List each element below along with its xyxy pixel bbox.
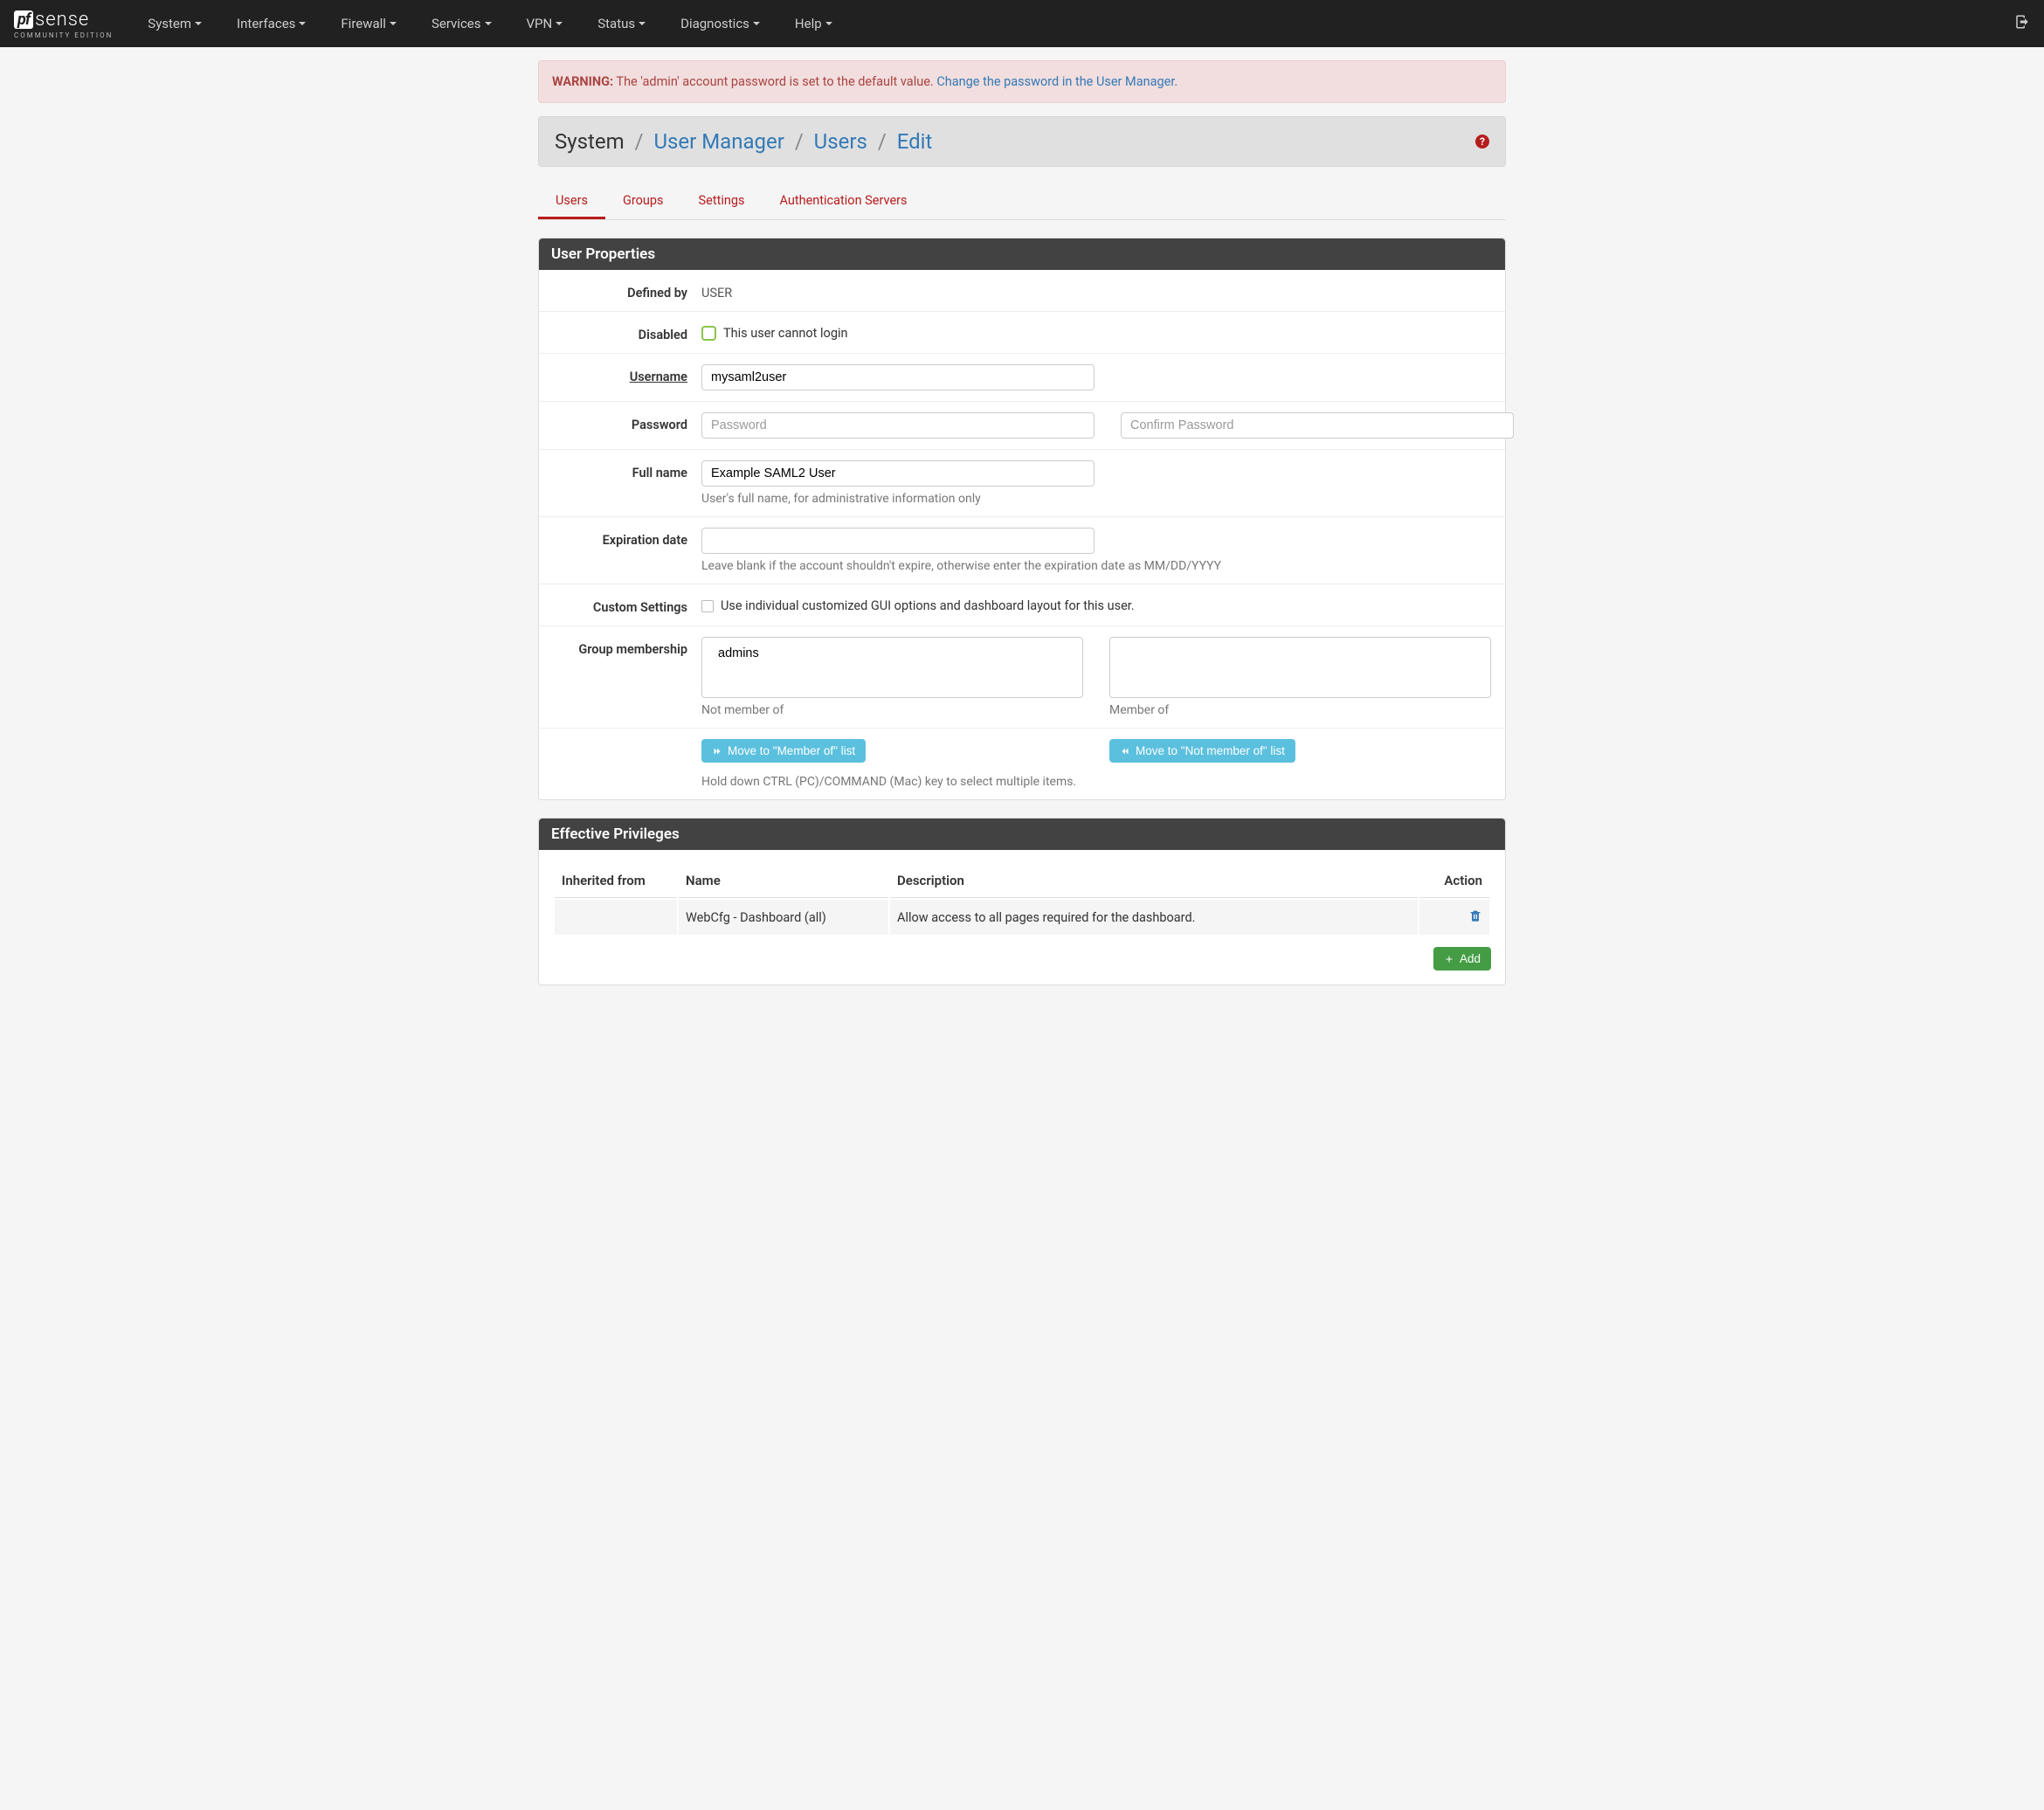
chevron-down-icon — [753, 22, 760, 25]
member-of-label: Member of — [1109, 703, 1491, 717]
password-label: Password — [553, 412, 701, 432]
add-privilege-button[interactable]: Add — [1433, 947, 1491, 971]
chevron-down-icon — [195, 22, 202, 25]
disabled-text: This user cannot login — [723, 326, 848, 341]
chevron-down-icon — [825, 22, 832, 25]
table-row: WebCfg - Dashboard (all) Allow access to… — [555, 900, 1489, 935]
logout-icon — [2014, 14, 2030, 30]
chevron-down-icon — [485, 22, 492, 25]
breadcrumb: System / User Manager / Users / Edit ? — [538, 116, 1506, 167]
move-to-not-member-button[interactable]: Move to "Not member of" list — [1109, 739, 1295, 763]
effective-privileges-panel: Effective Privileges Inherited from Name… — [538, 818, 1506, 985]
nav-vpn[interactable]: VPN — [527, 16, 563, 31]
chevron-down-icon — [299, 22, 306, 25]
confirm-password-input[interactable] — [1121, 412, 1514, 439]
disabled-checkbox[interactable] — [701, 326, 716, 341]
navbar: pf sense COMMUNITY EDITION System Interf… — [0, 0, 2044, 47]
username-input[interactable] — [701, 364, 1095, 390]
member-of-select[interactable] — [1109, 637, 1491, 698]
brand[interactable]: pf sense COMMUNITY EDITION — [14, 9, 113, 39]
brand-pf: pf — [14, 10, 33, 29]
chevron-double-right-icon — [712, 746, 722, 756]
password-input[interactable] — [701, 412, 1095, 439]
nav-help[interactable]: Help — [795, 16, 832, 31]
breadcrumb-root: System — [555, 129, 625, 154]
chevron-down-icon — [556, 22, 563, 25]
chevron-down-icon — [639, 22, 646, 25]
warning-text: The 'admin' account password is set to t… — [616, 74, 933, 89]
expiration-input[interactable] — [701, 528, 1095, 554]
warning-label: WARNING: — [552, 74, 613, 89]
expiration-label: Expiration date — [553, 528, 701, 548]
brand-subtitle: COMMUNITY EDITION — [14, 31, 113, 39]
custom-settings-text: Use individual customized GUI options an… — [721, 598, 1135, 613]
tab-auth-servers[interactable]: Authentication Servers — [762, 184, 924, 219]
breadcrumb-users[interactable]: Users — [814, 129, 867, 154]
nav-system[interactable]: System — [148, 16, 202, 31]
move-to-member-button[interactable]: Move to "Member of" list — [701, 739, 866, 763]
breadcrumb-user-manager[interactable]: User Manager — [653, 129, 784, 154]
defined-by-value: USER — [701, 280, 732, 301]
username-label: Username — [553, 364, 701, 384]
tabs: Users Groups Settings Authentication Ser… — [538, 184, 1506, 220]
col-inherited: Inherited from — [555, 864, 677, 898]
chevron-down-icon — [390, 22, 397, 25]
fullname-input[interactable] — [701, 460, 1095, 487]
col-name: Name — [679, 864, 888, 898]
nav-services[interactable]: Services — [432, 16, 492, 31]
panel-heading: User Properties — [539, 238, 1505, 270]
expiration-help: Leave blank if the account shouldn't exp… — [701, 559, 1491, 573]
help-icon[interactable]: ? — [1475, 135, 1489, 149]
cell-name: WebCfg - Dashboard (all) — [679, 900, 888, 935]
fullname-help: User's full name, for administrative inf… — [701, 492, 1491, 506]
logout-button[interactable] — [2014, 14, 2030, 33]
nav-interfaces[interactable]: Interfaces — [237, 16, 306, 31]
nav-items: System Interfaces Firewall Services VPN … — [130, 16, 2014, 31]
not-member-of-label: Not member of — [701, 703, 1083, 717]
group-membership-label: Group membership — [553, 637, 701, 657]
group-help: Hold down CTRL (PC)/COMMAND (Mac) key to… — [701, 775, 1491, 789]
col-action: Action — [1419, 864, 1489, 898]
cell-inherited — [555, 900, 677, 935]
cell-description: Allow access to all pages required for t… — [890, 900, 1418, 935]
nav-diagnostics[interactable]: Diagnostics — [680, 16, 760, 31]
defined-by-label: Defined by — [553, 280, 701, 301]
nav-status[interactable]: Status — [597, 16, 646, 31]
user-properties-panel: User Properties Defined by USER Disabled… — [538, 238, 1506, 800]
panel-heading: Effective Privileges — [539, 819, 1505, 850]
brand-sense: sense — [35, 9, 89, 31]
disabled-label: Disabled — [553, 322, 701, 342]
breadcrumb-edit[interactable]: Edit — [897, 129, 933, 154]
nav-firewall[interactable]: Firewall — [341, 16, 397, 31]
tab-users[interactable]: Users — [538, 184, 605, 219]
delete-privilege-button[interactable] — [1468, 911, 1482, 926]
trash-icon — [1468, 908, 1482, 922]
warning-link[interactable]: Change the password in the User Manager. — [936, 74, 1177, 89]
tab-settings[interactable]: Settings — [681, 184, 763, 219]
chevron-double-left-icon — [1120, 746, 1130, 756]
warning-alert: WARNING: The 'admin' account password is… — [538, 60, 1506, 103]
custom-settings-label: Custom Settings — [553, 595, 701, 615]
custom-settings-checkbox[interactable] — [701, 600, 714, 612]
fullname-label: Full name — [553, 460, 701, 480]
col-description: Description — [890, 864, 1418, 898]
plus-icon — [1444, 954, 1454, 964]
privileges-table: Inherited from Name Description Action W… — [553, 862, 1491, 936]
not-member-of-select[interactable]: admins — [701, 637, 1083, 698]
tab-groups[interactable]: Groups — [605, 184, 681, 219]
